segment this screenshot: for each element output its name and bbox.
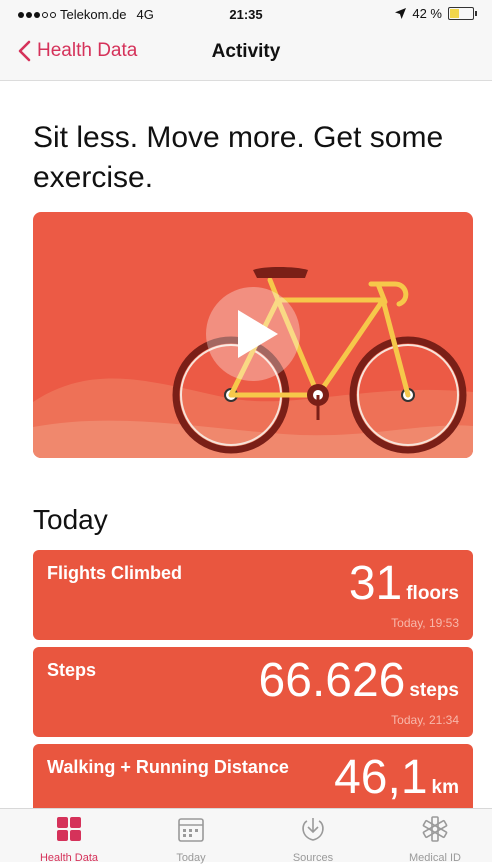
- section-title-today: Today: [33, 504, 108, 535]
- battery-icon: [448, 7, 477, 20]
- card-unit: km: [431, 777, 459, 798]
- tab-medical-id[interactable]: Medical ID: [390, 815, 480, 864]
- card-value: 66.626: [258, 654, 406, 707]
- bicycle-illustration: [33, 267, 473, 458]
- navigation-bar: Health Data Activity: [0, 28, 492, 81]
- location-arrow-icon: [395, 8, 407, 19]
- card-label: Steps: [47, 660, 97, 680]
- download-icon: [302, 818, 324, 841]
- card-label: Flights Climbed: [47, 563, 182, 583]
- card-timestamp: Today, 21:34: [391, 713, 459, 727]
- tab-today[interactable]: Today: [146, 815, 236, 864]
- tab-label: Today: [176, 852, 206, 864]
- activity-headline: Sit less. Move more. Get some exercise.: [33, 121, 444, 194]
- battery-percent: 42 %: [412, 6, 442, 21]
- tab-label: Health Data: [39, 852, 99, 864]
- tab-health-data[interactable]: Health Data: [24, 815, 114, 864]
- tab-sources[interactable]: Sources: [268, 815, 358, 864]
- card-flights-climbed[interactable]: Flights Climbed 31 floors Today, 19:53: [33, 550, 473, 640]
- tab-label: Sources: [292, 852, 334, 864]
- tab-label: Medical ID: [409, 852, 461, 864]
- card-value: 31: [348, 557, 403, 610]
- card-unit: floors: [406, 583, 459, 604]
- status-bar: Telekom.de 4G 21:35 42 %: [0, 0, 492, 28]
- grid-icon: [57, 817, 81, 841]
- page-title: Activity: [211, 41, 281, 62]
- tab-bar: Health Data Today Sources Medical ID: [0, 808, 492, 864]
- medical-star-icon: [422, 816, 448, 842]
- activity-video[interactable]: [33, 212, 473, 458]
- card-value: 46,1: [334, 751, 428, 804]
- card-unit: steps: [409, 680, 459, 701]
- calendar-icon: [178, 818, 204, 842]
- card-label: Walking + Running Distance: [47, 757, 289, 777]
- card-timestamp: Today, 19:53: [391, 616, 459, 630]
- status-right: 42 %: [395, 6, 477, 21]
- card-steps[interactable]: Steps 66.626 steps Today, 21:34: [33, 647, 473, 737]
